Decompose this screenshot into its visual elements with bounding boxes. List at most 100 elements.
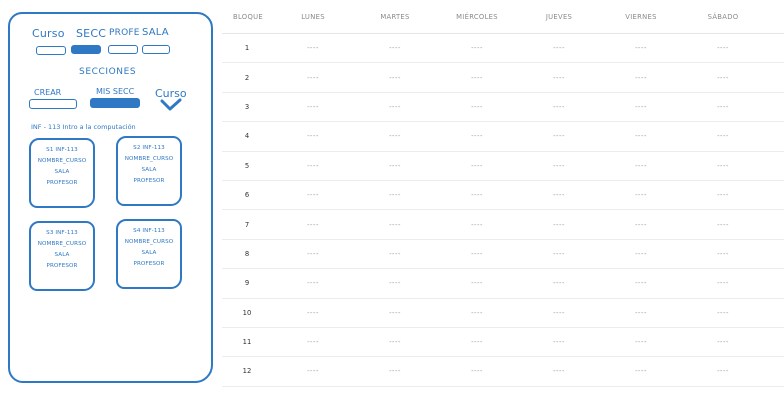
block-number: 11 xyxy=(242,338,252,347)
schedule-cell[interactable]: ---- xyxy=(272,279,354,287)
card-course-name: NOMBRE_CURSO xyxy=(124,156,174,162)
schedule-cell[interactable]: ---- xyxy=(600,221,682,229)
schedule-cell[interactable]: ---- xyxy=(354,132,436,140)
schedule-cell[interactable]: ---- xyxy=(518,221,600,229)
schedule-cell[interactable]: ---- xyxy=(272,132,354,140)
section-card-s2[interactable]: S2 INF-113 NOMBRE_CURSO SALA PROFESOR xyxy=(116,136,182,206)
schedule-cell[interactable]: ---- xyxy=(600,103,682,111)
schedule-cell[interactable]: ---- xyxy=(600,367,682,375)
section-card-s1[interactable]: S1 INF-113 NOMBRE_CURSO SALA PROFESOR xyxy=(29,138,95,208)
chevron-down-icon[interactable] xyxy=(160,98,182,112)
schedule-cell[interactable]: ---- xyxy=(436,132,518,140)
schedule-cell[interactable]: ---- xyxy=(272,162,354,170)
schedule-cell[interactable]: ---- xyxy=(354,338,436,346)
section-card-s4[interactable]: S4 INF-113 NOMBRE_CURSO SALA PROFESOR xyxy=(116,219,182,289)
schedule-cell[interactable]: ---- xyxy=(354,279,436,287)
schedule-cell[interactable]: ---- xyxy=(518,279,600,287)
schedule-cell[interactable]: ---- xyxy=(272,44,354,52)
schedule-cell[interactable]: ---- xyxy=(600,250,682,258)
schedule-cell[interactable]: ---- xyxy=(354,250,436,258)
schedule-cell[interactable]: ---- xyxy=(436,103,518,111)
block-number: 7 xyxy=(244,220,250,229)
schedule-cell[interactable]: ---- xyxy=(518,44,600,52)
header-viernes: VIERNES xyxy=(625,12,657,21)
schedule-cell[interactable]: ---- xyxy=(436,44,518,52)
schedule-cell[interactable]: ---- xyxy=(354,191,436,199)
schedule-cell[interactable]: ---- xyxy=(272,74,354,82)
schedule-cell[interactable]: ---- xyxy=(682,250,764,258)
schedule-cell[interactable]: ---- xyxy=(436,338,518,346)
tab-sala[interactable] xyxy=(142,45,170,54)
schedule-cell[interactable]: ---- xyxy=(682,191,764,199)
tab-secc[interactable] xyxy=(71,45,101,54)
header-miercoles: MIÉRCOLES xyxy=(456,12,498,21)
schedule-cell[interactable]: ---- xyxy=(600,279,682,287)
schedule-cell[interactable]: ---- xyxy=(682,367,764,375)
schedule-cell[interactable]: ---- xyxy=(518,132,600,140)
schedule-cell[interactable]: ---- xyxy=(272,221,354,229)
schedule-cell[interactable]: ---- xyxy=(354,103,436,111)
schedule-cell[interactable]: ---- xyxy=(600,132,682,140)
card-title: S3 INF-113 xyxy=(46,230,78,236)
schedule-table: BLOQUE LUNES MARTES MIÉRCOLES JUEVES VIE… xyxy=(222,0,784,387)
schedule-cell[interactable]: ---- xyxy=(682,74,764,82)
schedule-cell[interactable]: ---- xyxy=(436,250,518,258)
schedule-cell[interactable]: ---- xyxy=(600,44,682,52)
schedule-cell[interactable]: ---- xyxy=(682,162,764,170)
schedule-cell[interactable]: ---- xyxy=(272,338,354,346)
schedule-cell[interactable]: ---- xyxy=(600,162,682,170)
mis-secc-tab[interactable] xyxy=(90,98,140,108)
schedule-cell[interactable]: ---- xyxy=(518,162,600,170)
schedule-cell[interactable]: ---- xyxy=(600,309,682,317)
table-row: 6 ---- ---- ---- ---- ---- ---- xyxy=(222,181,784,211)
schedule-cell[interactable]: ---- xyxy=(436,162,518,170)
schedule-cell[interactable]: ---- xyxy=(518,309,600,317)
schedule-cell[interactable]: ---- xyxy=(272,367,354,375)
schedule-cell[interactable]: ---- xyxy=(518,191,600,199)
schedule-body: 1 ---- ---- ---- ---- ---- ---- 2 ---- ---- ---- --… xyxy=(222,34,784,387)
schedule-cell[interactable]: ---- xyxy=(354,367,436,375)
schedule-cell[interactable]: ---- xyxy=(436,309,518,317)
section-card-s3[interactable]: S3 INF-113 NOMBRE_CURSO SALA PROFESOR xyxy=(29,221,95,291)
table-row: 3 ---- ---- ---- ---- ---- ---- xyxy=(222,93,784,123)
tab-sala-label: SALA xyxy=(142,27,169,38)
schedule-cell[interactable]: ---- xyxy=(354,221,436,229)
schedule-cell[interactable]: ---- xyxy=(682,309,764,317)
schedule-cell[interactable]: ---- xyxy=(518,250,600,258)
crear-tab[interactable] xyxy=(29,99,77,109)
schedule-cell[interactable]: ---- xyxy=(518,338,600,346)
tab-curso[interactable] xyxy=(36,46,66,55)
schedule-cell[interactable]: ---- xyxy=(436,191,518,199)
schedule-cell[interactable]: ---- xyxy=(518,74,600,82)
schedule-cell[interactable]: ---- xyxy=(518,367,600,375)
schedule-cell[interactable]: ---- xyxy=(436,74,518,82)
block-number: 10 xyxy=(242,308,252,317)
schedule-cell[interactable]: ---- xyxy=(682,338,764,346)
schedule-cell[interactable]: ---- xyxy=(600,191,682,199)
schedule-cell[interactable]: ---- xyxy=(518,103,600,111)
table-row: 4 ---- ---- ---- ---- ---- ---- xyxy=(222,122,784,152)
tab-secc-label: SECC xyxy=(76,27,107,40)
schedule-cell[interactable]: ---- xyxy=(272,191,354,199)
schedule-cell[interactable]: ---- xyxy=(436,221,518,229)
card-course-name: NOMBRE_CURSO xyxy=(124,239,174,245)
schedule-cell[interactable]: ---- xyxy=(682,103,764,111)
schedule-cell[interactable]: ---- xyxy=(682,132,764,140)
schedule-cell[interactable]: ---- xyxy=(354,74,436,82)
schedule-cell[interactable]: ---- xyxy=(682,221,764,229)
schedule-cell[interactable]: ---- xyxy=(272,103,354,111)
schedule-cell[interactable]: ---- xyxy=(682,44,764,52)
table-row: 10 ---- ---- ---- ---- ---- ---- xyxy=(222,299,784,328)
schedule-cell[interactable]: ---- xyxy=(436,279,518,287)
tab-profe[interactable] xyxy=(108,45,138,54)
schedule-cell[interactable]: ---- xyxy=(682,279,764,287)
schedule-cell[interactable]: ---- xyxy=(354,162,436,170)
schedule-cell[interactable]: ---- xyxy=(436,367,518,375)
schedule-cell[interactable]: ---- xyxy=(600,74,682,82)
schedule-cell[interactable]: ---- xyxy=(272,250,354,258)
schedule-cell[interactable]: ---- xyxy=(354,44,436,52)
schedule-cell[interactable]: ---- xyxy=(272,309,354,317)
card-title: S4 INF-113 xyxy=(133,228,165,234)
schedule-cell[interactable]: ---- xyxy=(600,338,682,346)
schedule-cell[interactable]: ---- xyxy=(354,309,436,317)
